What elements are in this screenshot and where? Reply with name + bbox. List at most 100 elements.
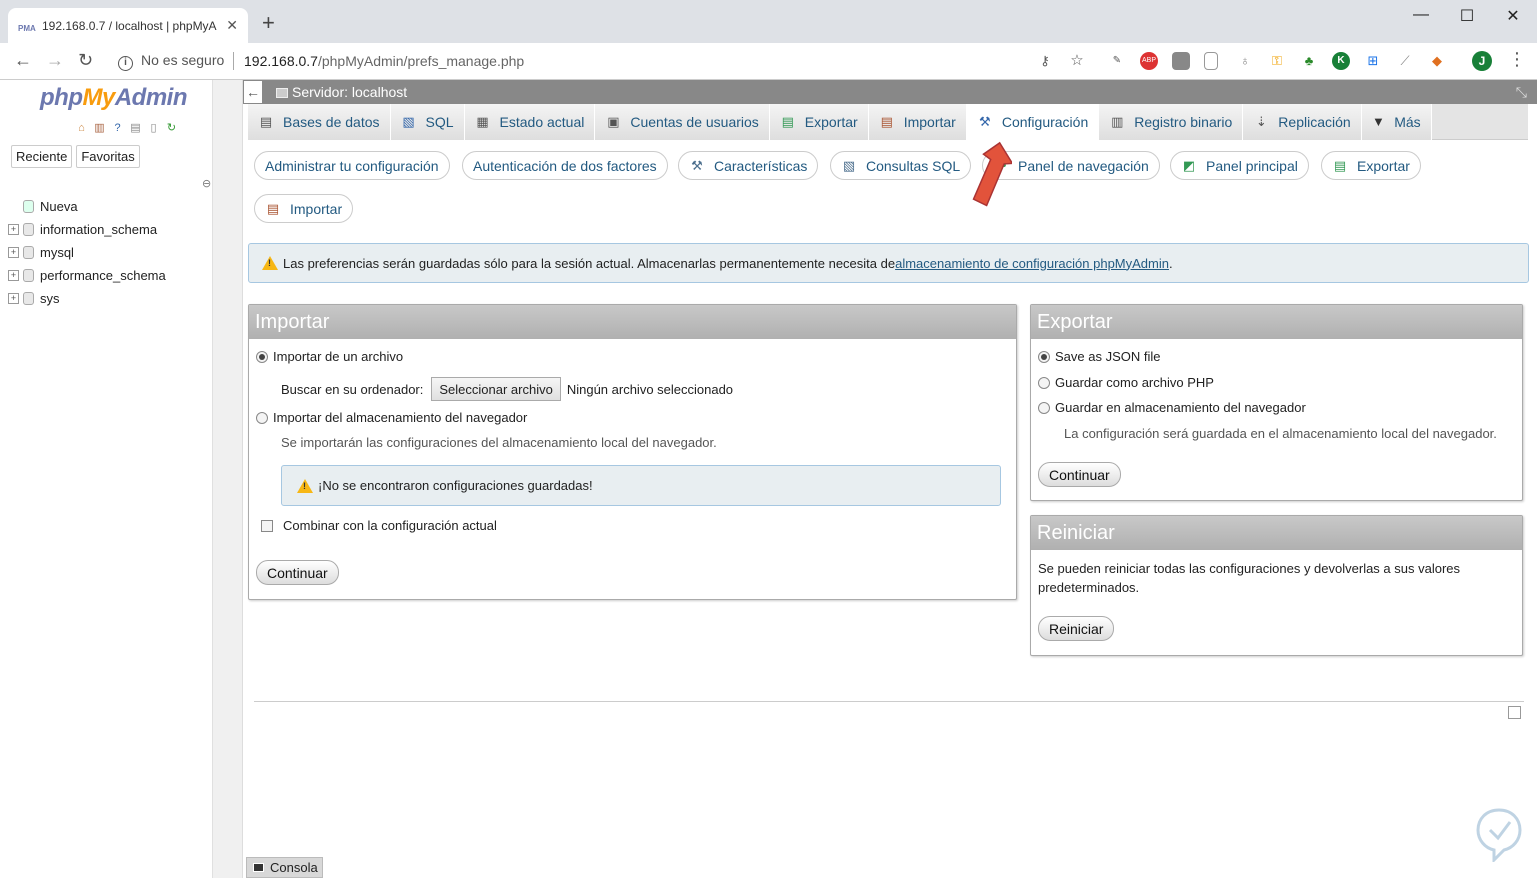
back-arrow-icon[interactable]: ← [14, 50, 32, 71]
subtab-two-factor[interactable]: Autenticación de dos factores [462, 151, 668, 180]
server-breadcrumb-bar: ← Servidor: localhost ⤡ [243, 80, 1537, 104]
extension-bulb-icon[interactable]: ♁ [1236, 52, 1254, 70]
tab-sql[interactable]: ▧ SQL [390, 104, 465, 140]
pma-favicon-icon: PMA [18, 23, 36, 33]
export-json-radio[interactable] [1038, 350, 1050, 363]
expand-icon[interactable]: + [8, 293, 19, 304]
expand-icon[interactable]: + [8, 247, 19, 258]
tab-user-accounts[interactable]: ▣ Cuentas de usuarios [595, 104, 770, 140]
import-browser-radio[interactable] [256, 411, 268, 424]
expand-icon[interactable]: + [8, 270, 19, 281]
tree-item-new[interactable]: Nueva [8, 195, 166, 218]
bookmark-star-icon[interactable]: ☆ [1068, 52, 1086, 70]
expand-icon[interactable]: + [8, 224, 19, 235]
extension-fox-icon[interactable]: ◆ [1428, 52, 1446, 70]
reset-fieldset: Reiniciar Se pueden reiniciar todas las … [1030, 515, 1523, 656]
recent-tab[interactable]: Reciente [11, 145, 73, 168]
reload-navigation-icon[interactable]: ↻ [164, 121, 179, 136]
adblock-icon[interactable]: ABP [1140, 52, 1158, 70]
merge-settings-checkbox[interactable] [261, 519, 273, 532]
tab-replication[interactable]: ⇣ Replicación [1243, 104, 1362, 140]
extension-doc-icon[interactable] [1204, 52, 1218, 70]
export-php-radio[interactable] [1038, 376, 1050, 389]
tree-item-database[interactable]: + performance_schema [8, 264, 166, 287]
extension-k-icon[interactable]: K [1332, 52, 1350, 70]
security-indicator[interactable]: i No es seguro [118, 52, 224, 71]
tree-item-database[interactable]: + sys [8, 287, 166, 310]
tab-export[interactable]: ▤ Exportar [769, 104, 869, 140]
key-icon[interactable]: ⚷ [1036, 52, 1054, 70]
help-icon[interactable]: ? [110, 121, 125, 136]
extension-brush-icon[interactable]: ⟋ [1396, 52, 1414, 70]
browser-tab-bar: PMA 192.168.0.7 / localhost | phpMyA ✕ +… [0, 0, 1537, 43]
tree-item-database[interactable]: + mysql [8, 241, 166, 264]
import-from-browser-option[interactable]: Importar del almacenamiento del navegado… [256, 410, 527, 425]
link-with-main-panel-icon[interactable]: ⊖ [202, 177, 211, 190]
console-toggle[interactable]: Consola [246, 857, 323, 878]
browser-tab[interactable]: PMA 192.168.0.7 / localhost | phpMyA ✕ [8, 8, 248, 43]
docs-icon[interactable]: ▤ [128, 121, 143, 136]
import-submit-button[interactable]: Continuar [256, 560, 339, 585]
extension-key-icon[interactable]: ⚿ [1268, 52, 1286, 70]
choose-file-button[interactable]: Seleccionar archivo [431, 377, 561, 401]
print-view-icon[interactable] [1508, 706, 1521, 719]
no-saved-settings-notice: ¡No se encontraron configuraciones guard… [281, 465, 1001, 506]
export-browser-option[interactable]: Guardar en almacenamiento del navegador [1038, 400, 1306, 415]
fullscreen-icon[interactable]: ⤡ [1516, 84, 1527, 101]
tab-binary-log[interactable]: ▥ Registro binario [1099, 104, 1244, 140]
export-php-option[interactable]: Guardar como archivo PHP [1038, 375, 1214, 390]
url-separator [233, 52, 234, 70]
database-icon [23, 246, 34, 259]
extension-stack-icon[interactable] [1172, 52, 1190, 70]
subtab-sql-queries[interactable]: ▧ Consultas SQL [830, 151, 972, 180]
logout-icon[interactable]: ▥ [92, 121, 107, 136]
subtab-import[interactable]: ▤ Importar [254, 194, 354, 223]
merge-settings-option[interactable]: Combinar con la configuración actual [261, 518, 497, 533]
settings-doc-icon[interactable]: ▯ [146, 121, 161, 136]
close-tab-icon[interactable]: ✕ [226, 17, 238, 34]
phpmyadmin-logo[interactable]: phpMyAdmin [40, 84, 188, 112]
warning-icon [262, 256, 278, 270]
minimize-window-icon[interactable]: — [1398, 6, 1444, 24]
reload-icon[interactable]: ↻ [78, 50, 93, 71]
tab-status[interactable]: ▦ Estado actual [464, 104, 596, 140]
subtab-features[interactable]: ⚒ Características [678, 151, 819, 180]
navigation-scrollbar[interactable] [212, 80, 242, 878]
browser-menu-icon[interactable]: ⋮ [1508, 49, 1526, 70]
export-browser-radio[interactable] [1038, 401, 1050, 414]
export-json-option[interactable]: Save as JSON file [1038, 349, 1161, 364]
extension-plant-icon[interactable]: ♣ [1300, 52, 1318, 70]
tab-import[interactable]: ▤ Importar [868, 104, 967, 140]
reset-submit-button[interactable]: Reiniciar [1038, 616, 1115, 641]
favorites-tab[interactable]: Favoritas [76, 145, 140, 168]
maximize-window-icon[interactable]: ☐ [1444, 6, 1490, 26]
import-file-radio[interactable] [256, 350, 268, 363]
tab-more[interactable]: ▼ Más [1361, 104, 1432, 140]
warning-icon [297, 478, 313, 493]
annotation-arrow [972, 141, 1012, 207]
extension-pen-icon[interactable]: ✎ [1108, 52, 1126, 70]
close-window-icon[interactable]: ✕ [1490, 6, 1536, 26]
tab-settings[interactable]: ⚒ Configuración [966, 104, 1100, 140]
subtab-manage-settings[interactable]: Administrar tu configuración [254, 151, 450, 180]
tab-databases[interactable]: ▤ Bases de datos [248, 104, 391, 140]
home-icon[interactable]: ⌂ [74, 121, 89, 136]
import-from-file-option[interactable]: Importar de un archivo [256, 349, 403, 364]
new-tab-icon[interactable]: + [262, 12, 275, 34]
session-storage-notice: Las preferencias serán guardadas sólo pa… [248, 243, 1529, 283]
export-submit-button[interactable]: Continuar [1038, 462, 1121, 487]
collapse-navigation-icon[interactable]: ← [244, 81, 262, 103]
import-title: Importar [249, 305, 1016, 339]
navigation-icon-bar: ⌂ ▥ ? ▤ ▯ ↻ [74, 121, 179, 136]
subtab-export[interactable]: ▤ Exportar [1321, 151, 1421, 180]
tree-item-database[interactable]: + information_schema [8, 218, 166, 241]
main-panel-icon: ◩ [1182, 157, 1196, 173]
server-breadcrumb[interactable]: Servidor: localhost [276, 84, 407, 100]
profile-avatar[interactable]: J [1472, 51, 1492, 71]
extension-translate-icon[interactable]: ⊞ [1364, 52, 1382, 70]
new-database-icon [23, 200, 34, 213]
address-bar[interactable]: 192.168.0.7/phpMyAdmin/prefs_manage.php [244, 53, 524, 69]
config-storage-link[interactable]: almacenamiento de configuración phpMyAdm… [895, 256, 1169, 271]
forward-arrow-icon[interactable]: → [46, 50, 64, 71]
subtab-main-panel[interactable]: ◩ Panel principal [1170, 151, 1309, 180]
